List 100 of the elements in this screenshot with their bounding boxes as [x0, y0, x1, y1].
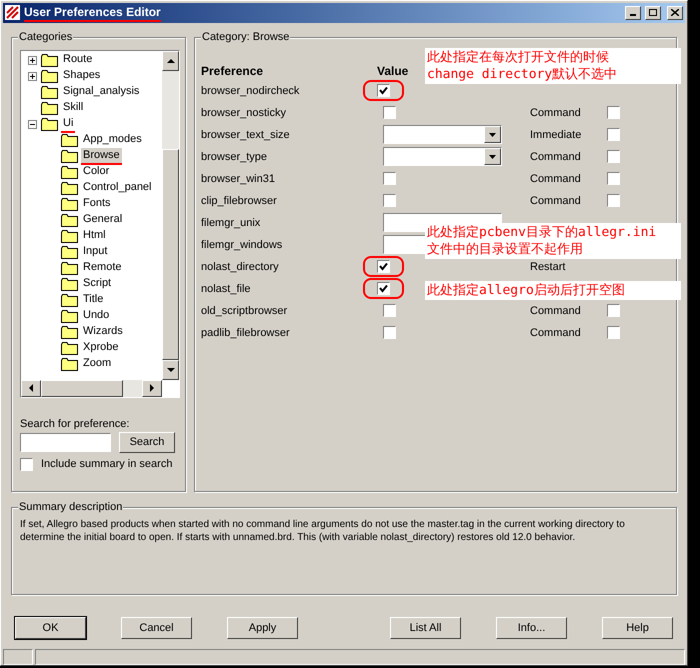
preference-name: browser_type [201, 150, 268, 165]
checkbox[interactable] [377, 84, 390, 98]
check-icon [379, 86, 388, 96]
folder-icon [61, 326, 78, 340]
scroll-arrow-button[interactable] [142, 380, 162, 397]
folder-icon [61, 166, 78, 180]
annotation-tooltip: 此处指定pcbenv目录下的allegr.ini 文件中的目录设置不起作用 [425, 222, 681, 259]
folder-icon [61, 150, 78, 164]
tree-item[interactable]: Wizards [81, 324, 125, 342]
arrow-down-icon [166, 366, 176, 374]
scroll-thumb[interactable] [162, 148, 179, 360]
preference-name: filemgr_unix [201, 216, 262, 231]
folder-icon [61, 358, 78, 372]
checkbox[interactable] [607, 172, 620, 186]
tree-item[interactable]: Signal_analysis [61, 84, 142, 102]
tree-item[interactable]: Fonts [81, 196, 113, 214]
checkbox[interactable] [383, 106, 396, 120]
close-button[interactable] [667, 6, 683, 20]
tree-item[interactable]: Html [81, 228, 108, 246]
folder-icon [61, 246, 78, 260]
folder-icon [61, 342, 78, 356]
apply-mode-label: Command [530, 150, 582, 165]
expand-toggle[interactable] [28, 72, 37, 82]
dialog-button[interactable]: OK [15, 617, 86, 640]
tree-item[interactable]: Remote [81, 260, 124, 278]
annotation-tooltip: 此处指定allegro启动后打开空图 [425, 280, 681, 300]
scroll-arrow-button[interactable] [162, 50, 179, 71]
checkbox[interactable] [607, 128, 620, 142]
tree-item[interactable]: Undo [81, 308, 112, 326]
folder-icon [61, 262, 78, 276]
folder-icon [61, 214, 78, 228]
column-header: Value [377, 62, 408, 80]
tree-item[interactable]: Zoom [81, 356, 114, 374]
annotation-tooltip: 此处指定在每次打开文件的时候 change directory默认不选中 [425, 48, 681, 84]
minimize-button[interactable] [625, 6, 641, 20]
app-logo-icon [5, 5, 20, 20]
tree-item[interactable]: Shapes [61, 68, 102, 86]
checkbox[interactable] [607, 304, 620, 318]
scroll-arrow-button[interactable] [21, 380, 41, 397]
horizontal-scrollbar[interactable] [21, 380, 162, 397]
maximize-icon [649, 9, 657, 16]
checkbox[interactable] [607, 150, 620, 164]
preference-name: browser_text_size [201, 128, 291, 143]
dialog-button[interactable]: List All [390, 617, 461, 640]
checkbox[interactable] [607, 326, 620, 340]
preference-name: nolast_directory [201, 260, 280, 275]
folder-icon [61, 230, 78, 244]
apply-mode-label: Command [530, 106, 582, 121]
scroll-thumb[interactable] [41, 380, 123, 397]
checkbox[interactable] [383, 304, 396, 318]
vertical-scrollbar[interactable] [162, 50, 179, 380]
scroll-arrow-button[interactable] [162, 360, 179, 380]
value-dropdown[interactable] [383, 125, 502, 144]
expand-toggle[interactable] [28, 56, 37, 66]
collapse-toggle[interactable] [28, 120, 37, 130]
tree-item[interactable]: Script [81, 276, 114, 294]
preference-name: browser_nodircheck [201, 84, 300, 99]
tree-item[interactable]: Control_panel [81, 180, 154, 198]
checkbox[interactable] [607, 106, 620, 120]
checkbox[interactable] [377, 260, 390, 274]
dropdown-arrow-icon [489, 132, 496, 137]
dropdown-arrow-icon [489, 154, 496, 159]
checkbox[interactable] [607, 194, 620, 208]
tree-item[interactable]: General [81, 212, 124, 230]
dialog-button[interactable]: Info... [496, 617, 567, 640]
status-bar-pane [3, 649, 33, 665]
dialog-button[interactable]: Cancel [121, 617, 192, 640]
folder-icon [41, 102, 58, 116]
checkbox[interactable] [383, 194, 396, 208]
tree-item[interactable]: Browse [81, 148, 122, 166]
tree-item[interactable]: Skill [61, 100, 86, 118]
close-icon [671, 9, 679, 16]
checkbox[interactable] [383, 326, 396, 340]
search-button[interactable]: Search [119, 432, 175, 453]
apply-mode-label: Command [530, 326, 582, 341]
tree-item[interactable]: Route [61, 52, 94, 70]
apply-mode-label: Command [530, 172, 582, 187]
value-dropdown[interactable] [383, 147, 502, 166]
tree-item[interactable]: Color [81, 164, 112, 182]
group-label: Summary description [18, 500, 124, 514]
tree-item[interactable]: Input [81, 244, 110, 262]
folder-icon [61, 294, 78, 308]
maximize-button[interactable] [645, 6, 661, 20]
preference-name: old_scriptbrowser [201, 304, 288, 319]
dialog-button[interactable]: Apply [227, 617, 298, 640]
tree-item[interactable]: App_modes [81, 132, 144, 150]
tree-item[interactable]: Xprobe [81, 340, 120, 358]
checkbox[interactable] [377, 282, 390, 296]
folder-icon [41, 70, 58, 84]
checkbox[interactable] [20, 458, 33, 471]
summary-text: If set, Allegro based products when started with no command line arguments do not use the master.tag in the current working directory to determine the initial board to open. If starts with unnamed.brd. This (with variable nolast_directory) restores old 12.0 behavior. [20, 518, 626, 544]
checkbox[interactable] [383, 172, 396, 186]
apply-mode-label: Command [530, 194, 582, 209]
folder-icon [61, 198, 78, 212]
preference-name: clip_filebrowser [201, 194, 278, 209]
dialog-button[interactable]: Help [602, 617, 673, 640]
search-field[interactable] [20, 432, 111, 452]
preference-name: nolast_file [201, 282, 252, 297]
tree-item[interactable]: Title [81, 292, 106, 310]
arrow-up-icon [166, 56, 176, 65]
